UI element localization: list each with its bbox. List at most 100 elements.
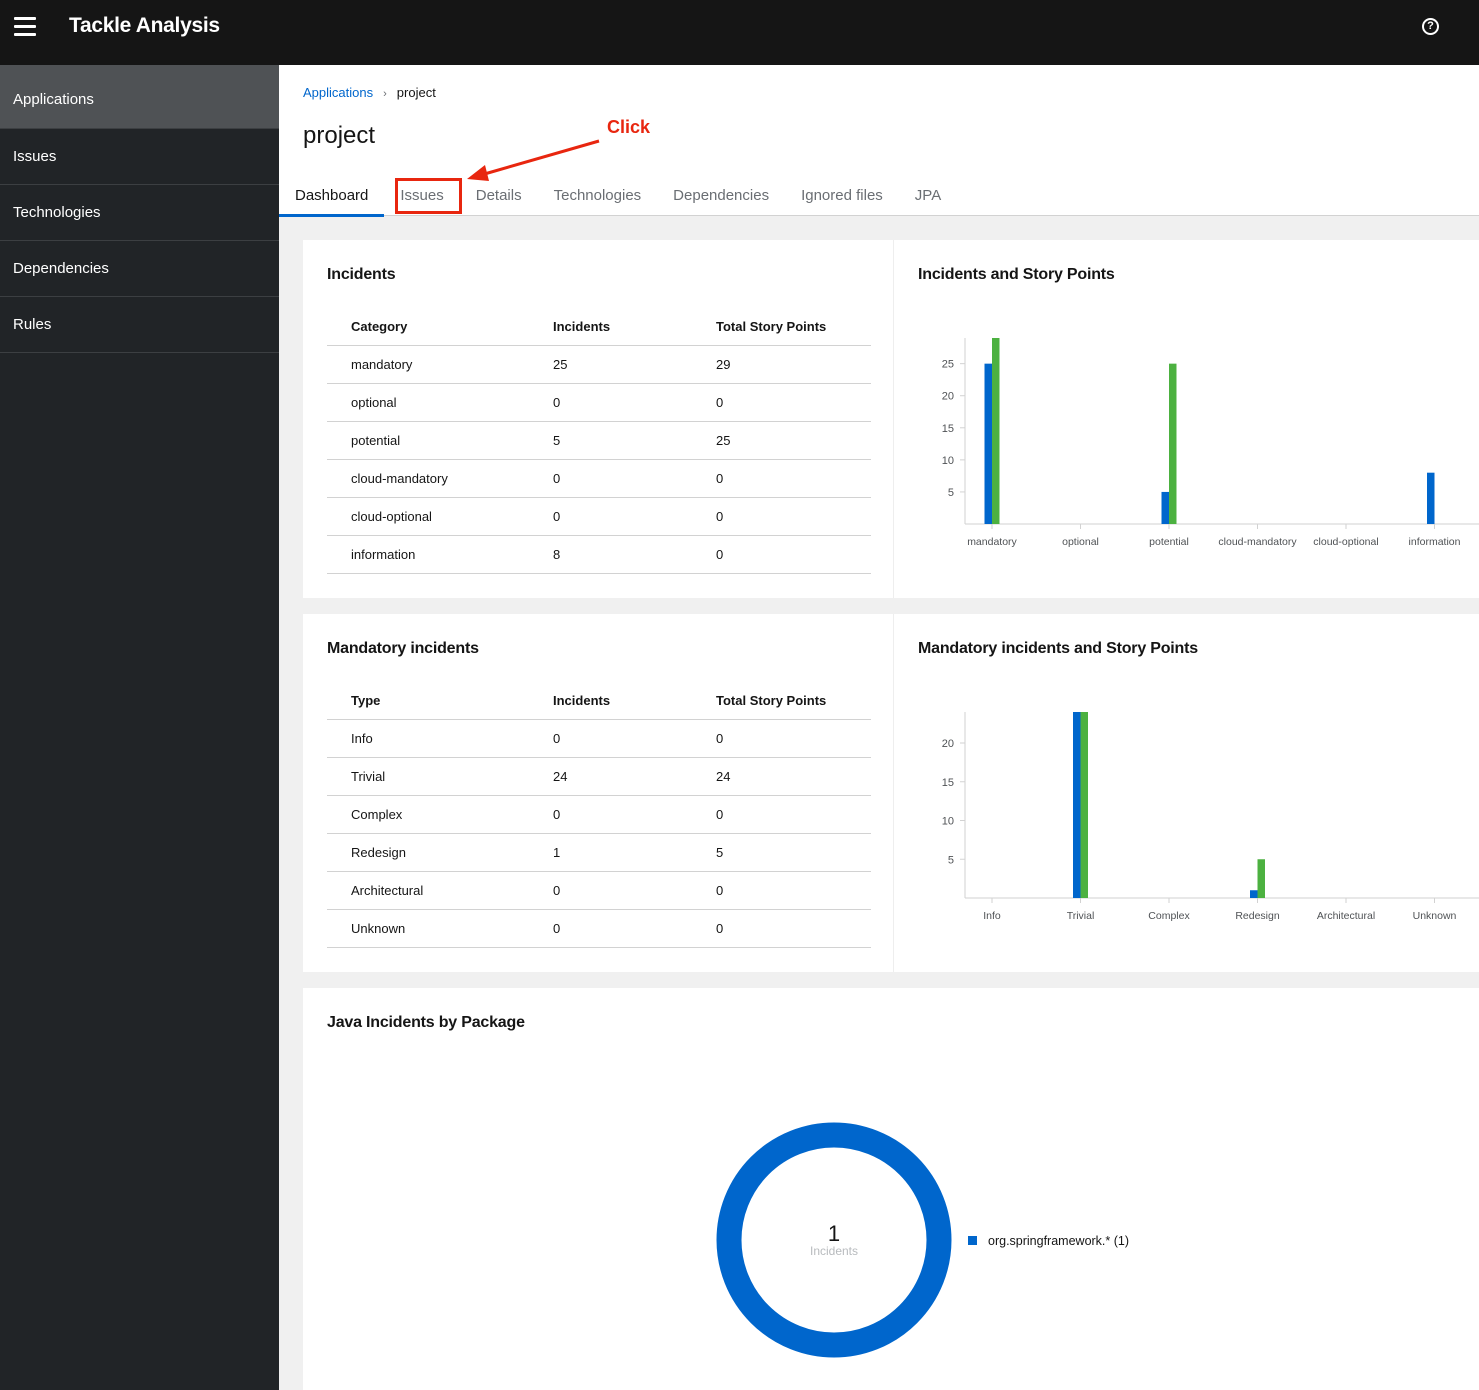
- table-cell: Complex: [327, 795, 529, 834]
- table-cell: 0: [692, 459, 871, 498]
- column-header: Total Story Points: [692, 682, 871, 720]
- table-cell: 0: [529, 719, 692, 758]
- y-tick-label: 20: [942, 738, 954, 750]
- table-row: Info 0 0: [327, 719, 871, 758]
- tab-ignored-files[interactable]: Ignored files: [785, 177, 899, 216]
- table-cell: 0: [692, 909, 871, 948]
- bar-incidents: [1161, 491, 1169, 524]
- x-tick-label: Unknown: [1413, 910, 1457, 922]
- table-row: mandatory 25 29: [327, 345, 871, 384]
- mandatory-table: Type Incidents Total Story Points Info 0 0…: [327, 682, 871, 948]
- table-cell: Redesign: [327, 833, 529, 872]
- table-cell: 24: [529, 757, 692, 796]
- sidebar-item-dependencies[interactable]: Dependencies: [0, 241, 279, 297]
- tab-dependencies[interactable]: Dependencies: [657, 177, 785, 216]
- y-tick-label: 5: [948, 854, 954, 866]
- table-cell: 0: [692, 497, 871, 536]
- legend-label: org.springframework.* (1): [988, 1234, 1129, 1248]
- column-header: Total Story Points: [692, 308, 871, 346]
- table-cell: 0: [692, 535, 871, 574]
- x-tick-label: Complex: [1148, 910, 1190, 922]
- bar-incidents: [1427, 472, 1435, 524]
- y-tick-label: 15: [942, 777, 954, 789]
- table-cell: Architectural: [327, 871, 529, 910]
- donut-center-value: 1: [828, 1221, 840, 1246]
- table-cell: Trivial: [327, 757, 529, 796]
- sidebar-item-applications[interactable]: Applications: [0, 65, 279, 129]
- legend-swatch: [968, 1236, 977, 1245]
- table-cell: 29: [692, 345, 871, 384]
- breadcrumb-applications-link[interactable]: Applications: [303, 85, 373, 100]
- bar-incidents: [1250, 890, 1258, 898]
- table-cell: 0: [692, 795, 871, 834]
- question-circle-icon[interactable]: ?: [1422, 18, 1439, 35]
- y-tick-label: 10: [942, 816, 954, 828]
- column-header: Incidents: [529, 308, 692, 346]
- donut-center-label: Incidents: [810, 1244, 858, 1258]
- tab-bar: Dashboard Issues Details Technologies De…: [279, 177, 957, 217]
- table-cell: 0: [529, 871, 692, 910]
- sidebar: Applications Issues Technologies Depende…: [0, 65, 279, 1390]
- mandatory-chart-card: Mandatory incidents and Story Points 5 10…: [894, 614, 1479, 972]
- incidents-bar-chart: 5 10 15 20 25 mandatory optional potential cloud…: [942, 338, 1479, 548]
- bar-total-story-points: [1257, 859, 1265, 898]
- column-header: Category: [327, 308, 529, 346]
- x-tick-label: cloud-mandatory: [1218, 536, 1297, 548]
- table-cell: 8: [529, 535, 692, 574]
- table-cell: Info: [327, 719, 529, 758]
- mandatory-card: Mandatory incidents Type Incidents Total…: [303, 614, 894, 972]
- main-content: Applications › project project Dashboard I…: [279, 65, 1479, 1390]
- table-cell: potential: [327, 421, 529, 460]
- table-cell: 5: [692, 833, 871, 872]
- table-cell: 0: [529, 383, 692, 422]
- page-header: Applications › project project Dashboard I…: [279, 65, 1479, 217]
- annotation-label: Click: [607, 117, 651, 137]
- table-cell: 0: [692, 871, 871, 910]
- y-tick-label: 5: [948, 487, 954, 499]
- tab-jpa[interactable]: JPA: [899, 177, 957, 216]
- table-row: information 8 0: [327, 535, 871, 574]
- table-row: Complex 0 0: [327, 795, 871, 834]
- x-tick-label: information: [1409, 536, 1461, 548]
- sidebar-item-issues[interactable]: Issues: [0, 129, 279, 185]
- bar-total-story-points: [992, 338, 1000, 524]
- bar-total-story-points: [1169, 363, 1177, 524]
- mandatory-row: Mandatory incidents Type Incidents Total…: [303, 614, 1479, 972]
- annotation-highlight-box: [395, 178, 462, 214]
- table-cell: 0: [692, 719, 871, 758]
- x-tick-label: Info: [983, 910, 1001, 922]
- y-tick-label: 15: [942, 423, 954, 435]
- table-row: potential 5 25: [327, 421, 871, 460]
- mandatory-bar-chart: 5 10 15 20 Info Trivial Complex Redesign Archite…: [942, 712, 1479, 922]
- table-row: Trivial 24 24: [327, 757, 871, 796]
- x-tick-label: Trivial: [1067, 910, 1095, 922]
- table-cell: 1: [529, 833, 692, 872]
- table-cell: 0: [529, 459, 692, 498]
- java-packages-donut-chart: 1Incidents org.springframework.* (1): [716, 1122, 1129, 1358]
- sidebar-item-technologies[interactable]: Technologies: [0, 185, 279, 241]
- x-tick-label: Architectural: [1317, 910, 1375, 922]
- table-cell: 25: [529, 345, 692, 384]
- table-cell: optional: [327, 383, 529, 422]
- bar-total-story-points: [1080, 712, 1088, 898]
- table-cell: 0: [529, 909, 692, 948]
- incidents-card-title: Incidents: [327, 266, 396, 283]
- table-cell: 0: [692, 383, 871, 422]
- sidebar-item-rules[interactable]: Rules: [0, 297, 279, 353]
- y-tick-label: 10: [942, 455, 954, 467]
- breadcrumb-current: project: [396, 85, 436, 100]
- table-cell: cloud-optional: [327, 497, 529, 536]
- y-tick-label: 25: [942, 359, 954, 371]
- x-tick-label: potential: [1149, 536, 1189, 548]
- tab-dashboard[interactable]: Dashboard: [279, 177, 385, 217]
- incidents-table: Category Incidents Total Story Points ma…: [327, 308, 871, 574]
- incidents-card: Incidents Category Incidents Total Story…: [303, 240, 894, 598]
- incidents-row: Incidents Category Incidents Total Story…: [303, 240, 1479, 598]
- hamburger-icon[interactable]: [14, 17, 36, 37]
- column-header: Type: [327, 682, 529, 720]
- column-header: Incidents: [529, 682, 692, 720]
- table-row: Unknown 0 0: [327, 909, 871, 948]
- chevron-right-icon: ›: [383, 88, 387, 100]
- table-cell: 25: [692, 421, 871, 460]
- app-title: Tackle Analysis: [69, 14, 220, 37]
